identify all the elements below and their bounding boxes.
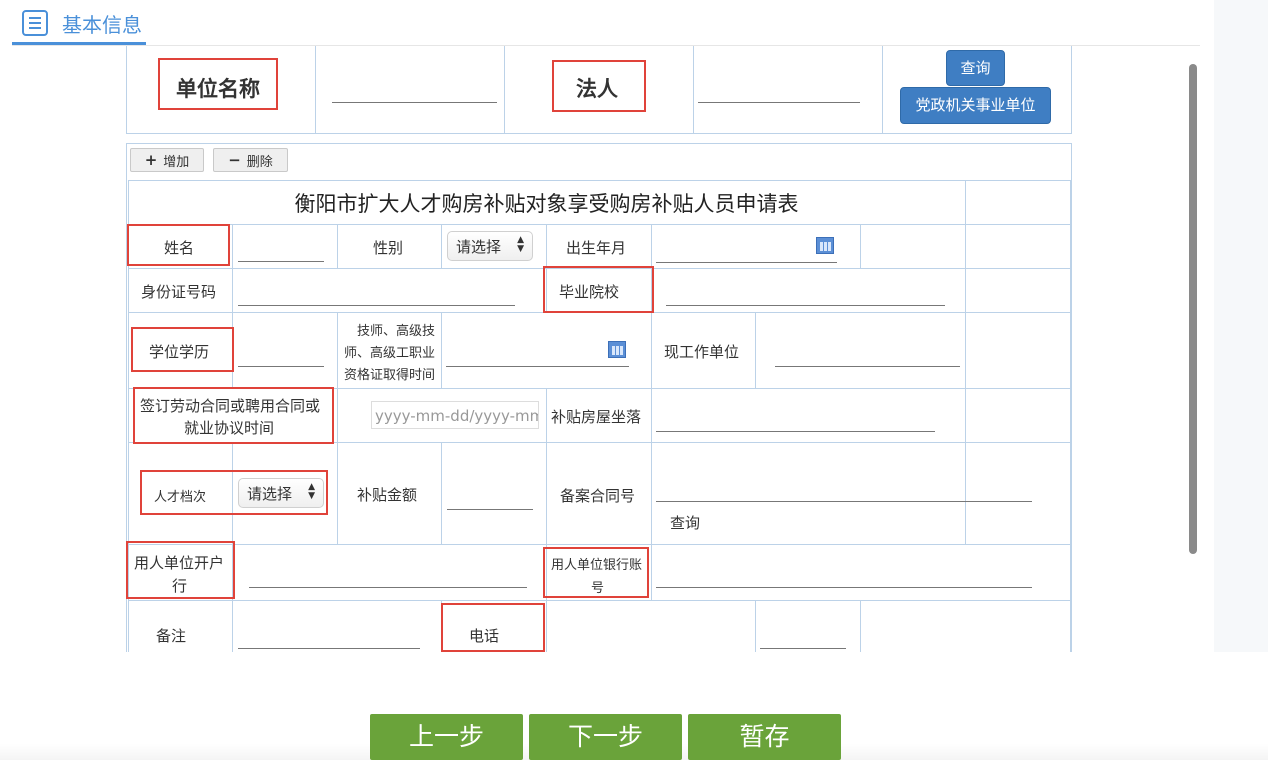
add-button-label: 增加 bbox=[163, 154, 190, 170]
name-label: 姓名 bbox=[164, 239, 195, 257]
school-input[interactable] bbox=[666, 305, 945, 306]
list-icon bbox=[22, 10, 48, 36]
gender-select-value: 请选择 bbox=[456, 237, 502, 256]
section-title: 基本信息 bbox=[62, 13, 142, 37]
delete-button-label: 删除 bbox=[246, 154, 273, 170]
table-title: 衡阳市扩大人才购房补贴对象享受购房补贴人员申请表 bbox=[294, 192, 799, 216]
employer-account-label-1: 用人单位银行账 bbox=[551, 558, 643, 573]
gender-select[interactable]: 请选择 ▲ ▼ bbox=[447, 231, 533, 261]
legal-person-label: 法人 bbox=[576, 77, 618, 101]
filing-contract-label: 备案合同号 bbox=[560, 487, 636, 505]
name-input[interactable] bbox=[238, 261, 324, 262]
contract-time-label-2: 就业协议时间 bbox=[184, 419, 275, 437]
unit-name-label: 单位名称 bbox=[176, 77, 260, 101]
cert-time-label-1: 技师、高级技 bbox=[357, 324, 436, 339]
sort-arrows-icon: ▲ ▼ bbox=[308, 482, 315, 501]
minus-icon: − bbox=[228, 151, 241, 169]
id-number-input[interactable] bbox=[238, 305, 515, 306]
unit-name-input[interactable] bbox=[332, 102, 497, 103]
side-panel bbox=[1214, 0, 1268, 760]
party-gov-unit-button[interactable]: 党政机关事业单位 bbox=[900, 87, 1051, 124]
employer-bank-label-2: 行 bbox=[172, 577, 188, 595]
filing-query-link[interactable]: 查询 bbox=[670, 512, 700, 533]
talent-level-select[interactable]: 请选择 ▲ ▼ bbox=[238, 478, 324, 508]
work-unit-input[interactable] bbox=[775, 366, 960, 367]
contract-time-placeholder: yyyy-mm-dd/yyyy-mm bbox=[375, 407, 539, 425]
plus-icon: + bbox=[144, 151, 158, 169]
employer-account-input[interactable] bbox=[656, 587, 1032, 588]
remark-label: 备注 bbox=[156, 627, 187, 645]
next-step-button[interactable]: 下一步 bbox=[529, 714, 682, 760]
talent-level-label: 人才档次 bbox=[154, 490, 207, 505]
school-label: 毕业院校 bbox=[559, 283, 620, 301]
scrollbar-thumb[interactable] bbox=[1189, 64, 1197, 554]
prev-step-button[interactable]: 上一步 bbox=[370, 714, 523, 760]
gender-label: 性别 bbox=[373, 239, 404, 257]
calendar-icon[interactable] bbox=[608, 341, 626, 358]
work-unit-label: 现工作单位 bbox=[664, 343, 740, 361]
legal-person-input[interactable] bbox=[698, 102, 860, 103]
employer-account-label-2: 号 bbox=[591, 581, 605, 596]
filing-contract-input[interactable] bbox=[656, 501, 1032, 502]
calendar-icon[interactable] bbox=[816, 237, 834, 254]
contract-time-label-1: 签订劳动合同或聘用合同或 bbox=[140, 397, 321, 415]
section-header: 基本信息 bbox=[0, 0, 1210, 46]
degree-label: 学位学历 bbox=[149, 343, 210, 361]
employer-bank-input[interactable] bbox=[249, 587, 527, 588]
sort-arrows-icon: ▲ ▼ bbox=[517, 235, 524, 254]
delete-button[interactable]: − 删除 bbox=[213, 148, 288, 172]
house-location-label: 补贴房屋坐落 bbox=[551, 408, 642, 426]
remark-input[interactable] bbox=[238, 648, 420, 649]
query-button[interactable]: 查询 bbox=[946, 50, 1005, 86]
contract-time-input[interactable]: yyyy-mm-dd/yyyy-mm bbox=[371, 401, 539, 429]
subsidy-amount-label: 补贴金额 bbox=[357, 486, 418, 504]
house-location-input[interactable] bbox=[656, 431, 935, 432]
birth-label: 出生年月 bbox=[566, 239, 627, 257]
subsidy-amount-input[interactable] bbox=[447, 509, 533, 510]
talent-level-select-value: 请选择 bbox=[247, 484, 293, 503]
cert-time-label-2: 师、高级工职业 bbox=[344, 346, 436, 361]
birth-date-input[interactable] bbox=[656, 262, 837, 263]
phone-input[interactable] bbox=[760, 648, 846, 649]
phone-label: 电话 bbox=[469, 627, 500, 645]
id-number-label: 身份证号码 bbox=[141, 283, 217, 301]
degree-input[interactable] bbox=[238, 366, 324, 367]
cert-time-label-3: 资格证取得时间 bbox=[344, 368, 436, 383]
add-button[interactable]: + 增加 bbox=[130, 148, 204, 172]
save-draft-button[interactable]: 暂存 bbox=[688, 714, 841, 760]
employer-bank-label-1: 用人单位开户 bbox=[134, 554, 225, 572]
cert-time-input[interactable] bbox=[446, 366, 629, 367]
